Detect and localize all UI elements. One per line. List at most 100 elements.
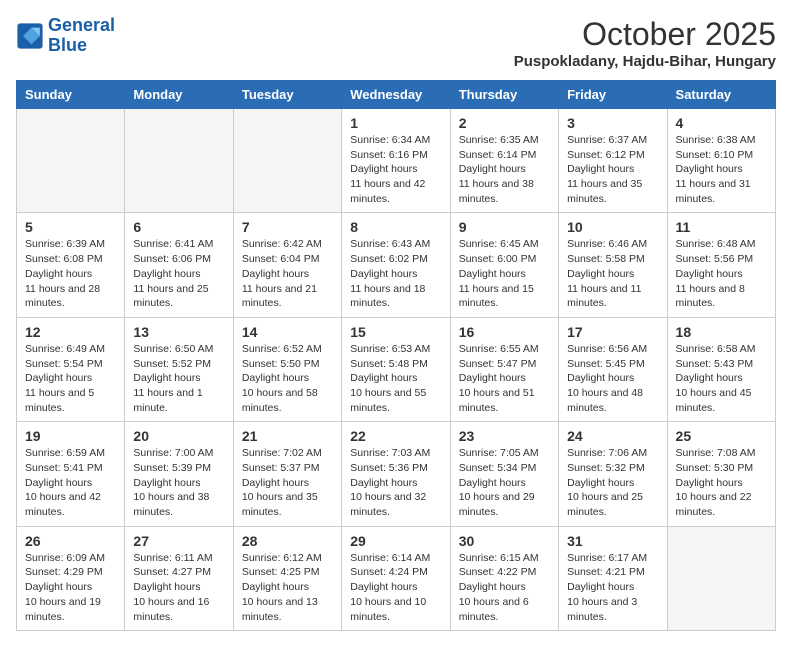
day-number: 1 (350, 115, 441, 131)
day-cell-19: 19 Sunrise: 6:59 AMSunset: 5:41 PMDayligh… (17, 422, 125, 526)
day-cell-31: 31 Sunrise: 6:17 AMSunset: 4:21 PMDayligh… (559, 526, 667, 630)
title-block: October 2025 Puspokladany, Hajdu-Bihar, … (514, 16, 776, 70)
calendar: SundayMondayTuesdayWednesdayThursdayFrid… (16, 80, 776, 631)
day-number: 25 (676, 428, 767, 444)
empty-cell (125, 109, 233, 213)
day-cell-26: 26 Sunrise: 6:09 AMSunset: 4:29 PMDayligh… (17, 526, 125, 630)
day-info: Sunrise: 6:15 AMSunset: 4:22 PMDaylight … (459, 551, 550, 624)
location: Puspokladany, Hajdu-Bihar, Hungary (514, 53, 776, 70)
weekday-saturday: Saturday (667, 81, 775, 109)
day-cell-20: 20Sunrise: 7:00 AMSunset: 5:39 PMDayligh… (125, 422, 233, 526)
day-info: Sunrise: 6:43 AMSunset: 6:02 PMDaylight … (350, 237, 441, 310)
day-cell-29: 29Sunrise: 6:14 AMSunset: 4:24 PMDayligh… (342, 526, 450, 630)
day-number: 12 (25, 324, 116, 340)
day-info: Sunrise: 6:37 AMSunset: 6:12 PMDaylight … (567, 133, 658, 206)
day-cell-4: 4Sunrise: 6:38 AMSunset: 6:10 PMDaylight… (667, 109, 775, 213)
day-cell-25: 25Sunrise: 7:08 AMSunset: 5:30 PMDayligh… (667, 422, 775, 526)
day-cell-24: 24Sunrise: 7:06 AMSunset: 5:32 PMDayligh… (559, 422, 667, 526)
day-number: 18 (676, 324, 767, 340)
week-row-5: 26 Sunrise: 6:09 AMSunset: 4:29 PMDayligh… (17, 526, 776, 630)
weekday-wednesday: Wednesday (342, 81, 450, 109)
day-cell-8: 8 Sunrise: 6:43 AMSunset: 6:02 PMDaylight… (342, 213, 450, 317)
day-number: 10 (567, 219, 658, 235)
day-number: 15 (350, 324, 441, 340)
day-cell-13: 13Sunrise: 6:50 AMSunset: 5:52 PMDayligh… (125, 317, 233, 421)
week-row-3: 12 Sunrise: 6:49 AMSunset: 5:54 PMDayligh… (17, 317, 776, 421)
day-info: Sunrise: 6:59 AMSunset: 5:41 PMDaylight … (25, 446, 116, 519)
day-info: Sunrise: 6:50 AMSunset: 5:52 PMDaylight … (133, 342, 224, 415)
day-number: 23 (459, 428, 550, 444)
day-cell-15: 15Sunrise: 6:53 AMSunset: 5:48 PMDayligh… (342, 317, 450, 421)
week-row-1: 1 Sunrise: 6:34 AMSunset: 6:16 PMDaylight… (17, 109, 776, 213)
weekday-friday: Friday (559, 81, 667, 109)
logo-line2: Blue (48, 35, 87, 55)
day-info: Sunrise: 6:35 AMSunset: 6:14 PMDaylight … (459, 133, 550, 206)
week-row-2: 5 Sunrise: 6:39 AMSunset: 6:08 PMDaylight… (17, 213, 776, 317)
day-info: Sunrise: 6:45 AMSunset: 6:00 PMDaylight … (459, 237, 550, 310)
week-row-4: 19 Sunrise: 6:59 AMSunset: 5:41 PMDayligh… (17, 422, 776, 526)
logo-icon (16, 22, 44, 50)
day-cell-3: 3Sunrise: 6:37 AMSunset: 6:12 PMDaylight… (559, 109, 667, 213)
day-cell-23: 23Sunrise: 7:05 AMSunset: 5:34 PMDayligh… (450, 422, 558, 526)
day-cell-27: 27 Sunrise: 6:11 AMSunset: 4:27 PMDayligh… (125, 526, 233, 630)
month-title: October 2025 (514, 16, 776, 53)
day-number: 6 (133, 219, 224, 235)
page-header: General Blue October 2025 Puspokladany, … (16, 16, 776, 70)
day-cell-21: 21Sunrise: 7:02 AMSunset: 5:37 PMDayligh… (233, 422, 341, 526)
day-cell-1: 1 Sunrise: 6:34 AMSunset: 6:16 PMDaylight… (342, 109, 450, 213)
day-cell-11: 11 Sunrise: 6:48 AMSunset: 5:56 PMDayligh… (667, 213, 775, 317)
day-info: Sunrise: 6:39 AMSunset: 6:08 PMDaylight … (25, 237, 116, 310)
day-cell-5: 5 Sunrise: 6:39 AMSunset: 6:08 PMDaylight… (17, 213, 125, 317)
day-cell-16: 16 Sunrise: 6:55 AMSunset: 5:47 PMDayligh… (450, 317, 558, 421)
day-number: 8 (350, 219, 441, 235)
day-cell-18: 18 Sunrise: 6:58 AMSunset: 5:43 PMDayligh… (667, 317, 775, 421)
day-number: 11 (676, 219, 767, 235)
day-number: 16 (459, 324, 550, 340)
empty-cell (667, 526, 775, 630)
day-number: 30 (459, 533, 550, 549)
logo-line1: General (48, 15, 115, 35)
day-number: 28 (242, 533, 333, 549)
weekday-tuesday: Tuesday (233, 81, 341, 109)
day-number: 7 (242, 219, 333, 235)
day-number: 31 (567, 533, 658, 549)
day-info: Sunrise: 6:49 AMSunset: 5:54 PMDaylight … (25, 342, 116, 415)
day-info: Sunrise: 6:58 AMSunset: 5:43 PMDaylight … (676, 342, 767, 415)
day-cell-14: 14Sunrise: 6:52 AMSunset: 5:50 PMDayligh… (233, 317, 341, 421)
day-number: 9 (459, 219, 550, 235)
empty-cell (17, 109, 125, 213)
day-info: Sunrise: 6:42 AMSunset: 6:04 PMDaylight … (242, 237, 333, 310)
day-number: 19 (25, 428, 116, 444)
day-cell-6: 6Sunrise: 6:41 AMSunset: 6:06 PMDaylight… (125, 213, 233, 317)
day-info: Sunrise: 6:17 AMSunset: 4:21 PMDaylight … (567, 551, 658, 624)
day-info: Sunrise: 7:02 AMSunset: 5:37 PMDaylight … (242, 446, 333, 519)
day-info: Sunrise: 6:55 AMSunset: 5:47 PMDaylight … (459, 342, 550, 415)
day-cell-12: 12 Sunrise: 6:49 AMSunset: 5:54 PMDayligh… (17, 317, 125, 421)
day-cell-7: 7 Sunrise: 6:42 AMSunset: 6:04 PMDaylight… (233, 213, 341, 317)
day-number: 27 (133, 533, 224, 549)
day-cell-28: 28 Sunrise: 6:12 AMSunset: 4:25 PMDayligh… (233, 526, 341, 630)
day-number: 26 (25, 533, 116, 549)
day-cell-10: 10Sunrise: 6:46 AMSunset: 5:58 PMDayligh… (559, 213, 667, 317)
weekday-header-row: SundayMondayTuesdayWednesdayThursdayFrid… (17, 81, 776, 109)
day-info: Sunrise: 6:11 AMSunset: 4:27 PMDaylight … (133, 551, 224, 624)
day-info: Sunrise: 6:38 AMSunset: 6:10 PMDaylight … (676, 133, 767, 206)
weekday-sunday: Sunday (17, 81, 125, 109)
day-info: Sunrise: 6:34 AMSunset: 6:16 PMDaylight … (350, 133, 441, 206)
day-number: 22 (350, 428, 441, 444)
day-number: 5 (25, 219, 116, 235)
day-info: Sunrise: 7:00 AMSunset: 5:39 PMDaylight … (133, 446, 224, 519)
calendar-body: 1 Sunrise: 6:34 AMSunset: 6:16 PMDaylight… (17, 109, 776, 631)
weekday-monday: Monday (125, 81, 233, 109)
day-cell-2: 2Sunrise: 6:35 AMSunset: 6:14 PMDaylight… (450, 109, 558, 213)
day-info: Sunrise: 6:09 AMSunset: 4:29 PMDaylight … (25, 551, 116, 624)
day-info: Sunrise: 6:14 AMSunset: 4:24 PMDaylight … (350, 551, 441, 624)
day-info: Sunrise: 6:48 AMSunset: 5:56 PMDaylight … (676, 237, 767, 310)
day-cell-30: 30 Sunrise: 6:15 AMSunset: 4:22 PMDayligh… (450, 526, 558, 630)
logo: General Blue (16, 16, 115, 56)
day-info: Sunrise: 7:03 AMSunset: 5:36 PMDaylight … (350, 446, 441, 519)
day-info: Sunrise: 6:52 AMSunset: 5:50 PMDaylight … (242, 342, 333, 415)
day-info: Sunrise: 6:56 AMSunset: 5:45 PMDaylight … (567, 342, 658, 415)
day-info: Sunrise: 6:12 AMSunset: 4:25 PMDaylight … (242, 551, 333, 624)
day-number: 24 (567, 428, 658, 444)
